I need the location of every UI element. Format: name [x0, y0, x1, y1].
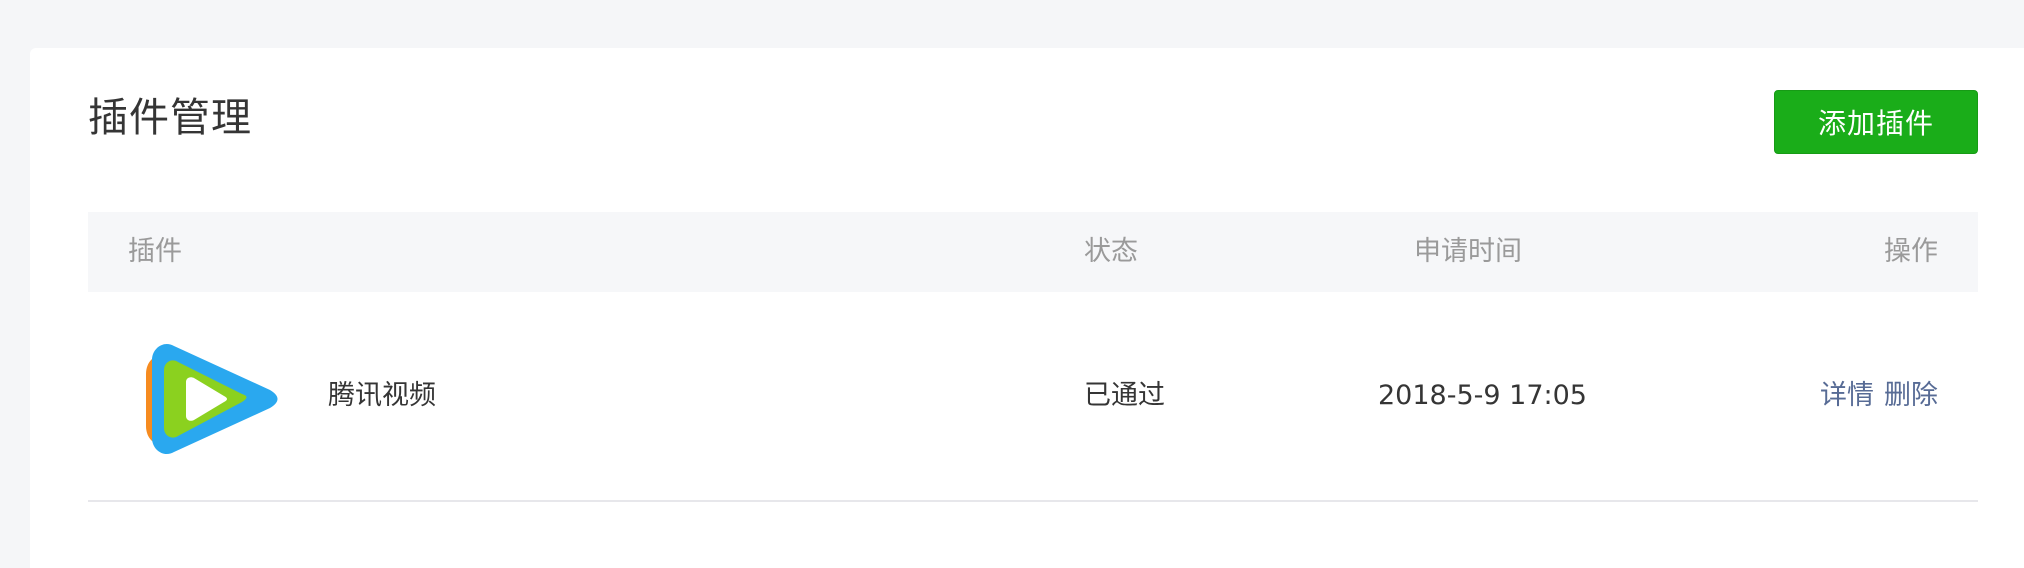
- plugin-management-card: 插件管理 添加插件 插件 状态 申请时间 操作 腾讯视频 已通过 2018-5-…: [30, 48, 2024, 568]
- table-row: 腾讯视频 已通过 2018-5-9 17:05 详情 删除: [88, 292, 1978, 502]
- column-header-status: 状态: [1084, 236, 1138, 267]
- plugin-table: 插件 状态 申请时间 操作 腾讯视频 已通过 2018-5-9 17:05 详情…: [88, 212, 1978, 502]
- column-header-apply-time: 申请时间: [1414, 236, 1522, 267]
- delete-link[interactable]: 删除: [1884, 380, 1938, 411]
- status-text: 已通过: [1084, 380, 1165, 411]
- plugin-name: 腾讯视频: [328, 380, 436, 411]
- table-header: 插件 状态 申请时间 操作: [88, 212, 1978, 292]
- add-plugin-button[interactable]: 添加插件: [1774, 90, 1978, 154]
- apply-time-text: 2018-5-9 17:05: [1378, 380, 1587, 411]
- tencent-video-logo-icon: [146, 343, 278, 455]
- row-actions: 详情 删除: [1820, 292, 1938, 500]
- page-title: 插件管理: [88, 95, 252, 141]
- column-header-plugin: 插件: [128, 236, 182, 267]
- column-header-actions: 操作: [1884, 236, 1938, 267]
- detail-link[interactable]: 详情: [1820, 380, 1874, 411]
